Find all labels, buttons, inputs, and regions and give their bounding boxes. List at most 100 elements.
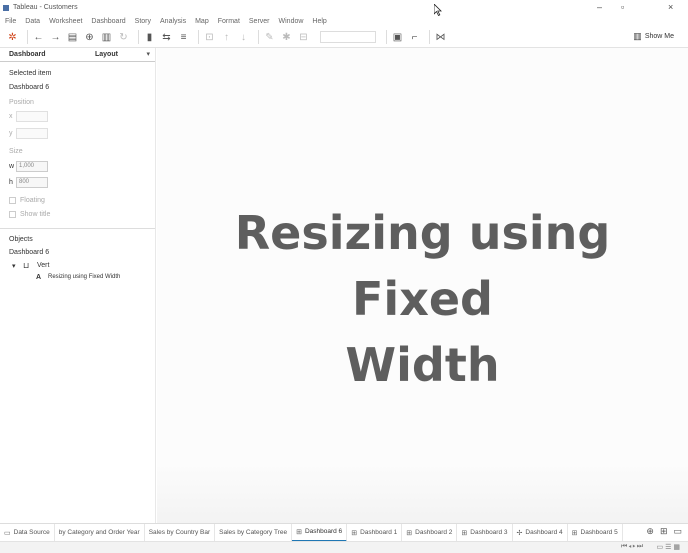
show-me-button[interactable]: ▥ Show Me <box>633 31 674 42</box>
presentation-mode-icon[interactable]: ▣ <box>391 31 404 44</box>
tree-item-vert[interactable]: Vert <box>37 262 49 269</box>
sheet-tab[interactable]: ⊞ Dashboard 2 <box>402 523 458 542</box>
redo-icon[interactable]: → <box>49 31 62 44</box>
floating-label: Floating <box>20 197 45 204</box>
tooltip-icon[interactable]: ⌐ <box>408 31 421 44</box>
highlight-icon[interactable]: ✎ <box>263 31 276 44</box>
overlay-line-1: Resizing using Fixed <box>234 206 611 326</box>
sort-desc-icon[interactable]: ↓ <box>237 31 250 44</box>
fit-dropdown[interactable] <box>320 31 376 43</box>
tree-item-text[interactable]: Resizing using Fixed Width <box>48 274 120 280</box>
sheet-tab[interactable]: ▭ Data Source <box>0 523 55 542</box>
share-icon[interactable]: ⋈ <box>434 31 447 44</box>
sort-icon[interactable]: ≡ <box>177 31 190 44</box>
show-title-checkbox[interactable] <box>9 211 16 218</box>
chart-type-icon[interactable]: ▮ <box>143 31 156 44</box>
panel-divider <box>0 228 155 229</box>
tree-expand-icon[interactable]: ▾ <box>12 262 16 270</box>
y-position-field[interactable] <box>16 128 48 139</box>
menu-worksheet[interactable]: Worksheet <box>49 18 82 25</box>
show-me-icon: ▥ <box>633 31 642 41</box>
menu-analysis[interactable]: Analysis <box>160 18 186 25</box>
panel-tabs: Dashboard Layout ▾ <box>0 48 155 62</box>
sheet-tab[interactable]: ✢ Dashboard 4 <box>513 523 568 542</box>
sheet-tab-label: Dashboard 2 <box>415 529 453 536</box>
panel-menu-arrow-icon[interactable]: ▾ <box>146 50 150 58</box>
refresh-icon[interactable]: ↻ <box>117 31 130 44</box>
save-icon[interactable]: ▤ <box>66 31 79 44</box>
menu-server[interactable]: Server <box>249 18 270 25</box>
selected-item-value: Dashboard 6 <box>9 84 50 91</box>
w-label: w <box>9 163 15 170</box>
sheet-tab[interactable]: ⊞ Dashboard 6 <box>292 523 348 542</box>
objects-heading: Objects <box>9 236 33 243</box>
sheet-tab[interactable]: Sales by Country Bar <box>145 523 216 542</box>
sheet-tab-label: Sales by Country Bar <box>148 529 211 536</box>
x-label: x <box>9 113 13 120</box>
new-dashboard-tab-icon[interactable]: ⊞ <box>660 526 668 537</box>
menu-story[interactable]: Story <box>135 18 151 25</box>
close-button[interactable]: × <box>668 2 673 12</box>
view-toggle-icons[interactable]: ▭☰▦ <box>656 543 682 551</box>
tableau-app-icon <box>3 4 9 11</box>
toolbar: ✲ ← → ▤ ⊕ ▥ ↻ ▮ ⇆ ≡ ⊡ ↑ ↓ ✎ ✱ ⊟ ▣ ⌐ ⋈ <box>0 27 688 48</box>
show-title-label: Show title <box>20 211 51 218</box>
labels-icon[interactable]: ✱ <box>280 31 293 44</box>
undo-icon[interactable]: ← <box>32 31 45 44</box>
floating-checkbox[interactable] <box>9 197 16 204</box>
menu-bar: File Data Worksheet Dashboard Story Anal… <box>0 15 688 27</box>
sheet-tab-label: Dashboard 6 <box>304 528 343 535</box>
sheet-tab[interactable]: by Category and Order Year <box>55 523 145 542</box>
position-heading: Position <box>9 99 34 106</box>
menu-file[interactable]: File <box>5 18 16 25</box>
maximize-button[interactable]: ▫ <box>621 2 624 12</box>
new-data-source-icon[interactable]: ⊕ <box>83 31 96 44</box>
tree-item-dashboard[interactable]: Dashboard 6 <box>9 249 49 256</box>
sheet-tab[interactable]: ⊞ Dashboard 5 <box>568 523 623 542</box>
swap-icon[interactable]: ⇆ <box>160 31 173 44</box>
width-field[interactable]: 1,000 <box>16 161 48 172</box>
tab-dashboard[interactable]: Dashboard <box>9 51 46 58</box>
dashboard-icon: ⊞ <box>296 528 302 536</box>
group-icon[interactable]: ⊡ <box>203 31 216 44</box>
tab-layout[interactable]: Layout <box>95 51 118 58</box>
menu-data[interactable]: Data <box>25 18 40 25</box>
menu-dashboard[interactable]: Dashboard <box>91 18 125 25</box>
sheet-tab[interactable]: Sales by Category Tree <box>215 523 293 542</box>
dashboard-icon: ⊞ <box>351 529 358 537</box>
menu-format[interactable]: Format <box>218 18 240 25</box>
tab-navigation-arrows-icon[interactable]: ⏮◂▸⏭ <box>621 543 644 551</box>
new-worksheet-tab-icon[interactable]: ⊕ <box>646 526 654 537</box>
dashboard-icon: ✢ <box>516 529 523 537</box>
selected-item-heading: Selected item <box>9 70 52 77</box>
overlay-caption: Resizing using Fixed Width <box>157 200 688 398</box>
x-position-field[interactable] <box>16 111 48 122</box>
sort-asc-icon[interactable]: ↑ <box>220 31 233 44</box>
y-label: y <box>9 130 13 137</box>
text-object-icon: A <box>36 274 42 281</box>
toolbar-divider <box>386 30 387 44</box>
sheet-tab[interactable]: ⊞ Dashboard 1 <box>347 523 403 542</box>
dashboard-layout-panel: Dashboard Layout ▾ Selected item Dashboa… <box>0 48 156 523</box>
sheet-tab-label: by Category and Order Year <box>58 529 140 536</box>
sheet-tab-label: Sales by Category Tree <box>219 529 288 536</box>
toolbar-divider <box>258 30 259 44</box>
new-worksheet-icon[interactable]: ▥ <box>100 31 113 44</box>
sheet-tab-label: Dashboard 4 <box>525 529 563 536</box>
new-story-tab-icon[interactable]: ▭ <box>673 526 682 537</box>
menu-map[interactable]: Map <box>195 18 209 25</box>
canvas-shade <box>157 463 688 523</box>
tab-tools: ⊕ ⊞ ▭ <box>640 526 682 537</box>
height-field[interactable]: 800 <box>16 177 48 188</box>
minimize-button[interactable]: – <box>597 2 602 12</box>
sheet-tab[interactable]: ⊞ Dashboard 3 <box>457 523 513 542</box>
menu-help[interactable]: Help <box>312 18 326 25</box>
menu-window[interactable]: Window <box>279 18 304 25</box>
tableau-logo-icon[interactable]: ✲ <box>6 31 19 44</box>
show-me-label: Show Me <box>644 33 674 40</box>
fix-axes-icon[interactable]: ⊟ <box>297 31 310 44</box>
mouse-cursor-icon <box>434 4 442 16</box>
sheet-tab-label: Dashboard 3 <box>470 529 508 536</box>
title-bar: Tableau - Customers <box>0 0 688 15</box>
overlay-line-2: Width <box>345 338 500 392</box>
